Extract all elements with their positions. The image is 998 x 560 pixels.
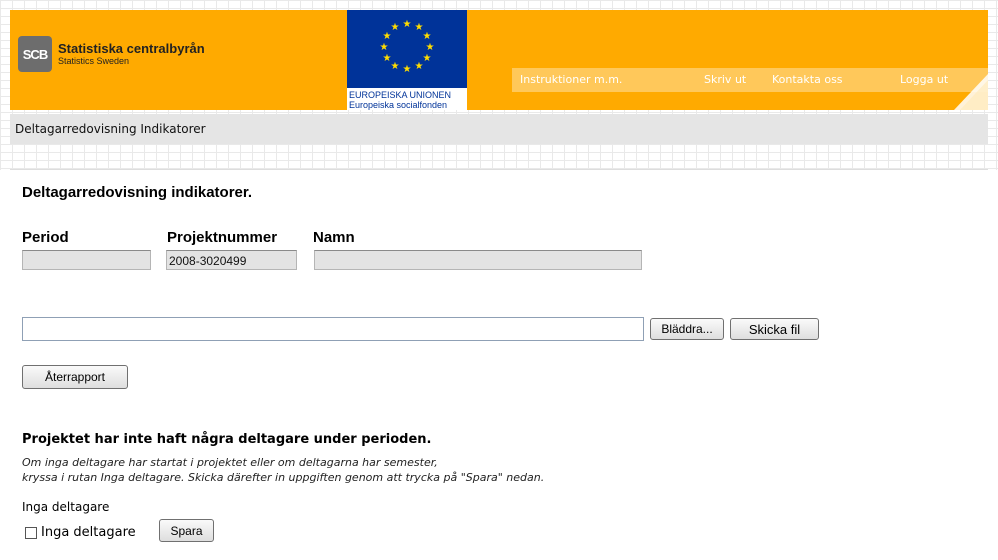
eu-flag-icon: ★ ★ ★ ★ ★ ★ ★ ★ ★ ★ ★ ★	[347, 10, 467, 88]
svg-text:★: ★	[426, 42, 435, 53]
page-title-bar: Deltagarredovisning Indikatorer	[10, 114, 988, 144]
svg-text:★: ★	[423, 53, 432, 64]
project-number-field: 2008-3020499	[166, 250, 297, 270]
logo-subtitle: Statistics Sweden	[58, 56, 130, 66]
name-label: Namn	[313, 229, 355, 246]
logo-name: Statistiska centralbyrån	[58, 41, 205, 56]
period-label: Period	[22, 229, 69, 246]
send-file-button[interactable]: Skicka fil	[730, 318, 819, 340]
nav-contact-link[interactable]: Kontakta oss	[772, 73, 843, 86]
svg-text:★: ★	[403, 19, 412, 30]
no-participants-label: Inga deltagare	[22, 500, 110, 514]
scb-logo-mark: SCB	[18, 36, 52, 72]
project-number-label: Projektnummer	[167, 229, 278, 246]
svg-text:★: ★	[403, 64, 412, 75]
no-participants-heading: Projektet har inte haft några deltagare …	[22, 432, 432, 447]
period-field	[22, 250, 151, 270]
nav-print-link[interactable]: Skriv ut	[704, 73, 746, 86]
eu-logo: ★ ★ ★ ★ ★ ★ ★ ★ ★ ★ ★ ★ EUROPEISKA UNION…	[347, 10, 467, 110]
header-corner-decoration	[954, 74, 988, 110]
svg-text:★: ★	[423, 31, 432, 42]
page-title: Deltagarredovisning Indikatorer	[15, 122, 206, 136]
scb-logo[interactable]: SCB Statistiska centralbyrån Statistics …	[18, 34, 205, 74]
svg-text:★: ★	[383, 53, 392, 64]
save-button[interactable]: Spara	[159, 519, 214, 542]
eu-line2: Europeiska socialfonden	[349, 100, 448, 110]
no-participants-checkbox[interactable]	[25, 527, 37, 539]
file-path-input[interactable]	[22, 317, 644, 341]
report-back-button[interactable]: Återrapport	[22, 365, 128, 389]
browse-button[interactable]: Bläddra...	[650, 318, 724, 340]
eu-line1: EUROPEISKA UNIONEN	[349, 90, 452, 100]
svg-text:★: ★	[391, 22, 400, 33]
main-heading: Deltagarredovisning indikatorer.	[22, 184, 253, 201]
instruction-line-2: kryssa i rutan Inga deltagare. Skicka dä…	[22, 471, 545, 484]
svg-text:★: ★	[391, 61, 400, 72]
nav-instructions-link[interactable]: Instruktioner m.m.	[520, 73, 622, 86]
site-header: SCB Statistiska centralbyrån Statistics …	[10, 10, 988, 110]
no-participants-checkbox-label[interactable]: Inga deltagare	[41, 525, 136, 540]
name-field	[314, 250, 642, 270]
main-content: Deltagarredovisning indikatorer. Period …	[10, 169, 988, 560]
svg-text:★: ★	[380, 42, 389, 53]
nav-logout-link[interactable]: Logga ut	[900, 73, 948, 86]
svg-text:★: ★	[415, 61, 424, 72]
top-navigation: Instruktioner m.m. Skriv ut Kontakta oss…	[512, 68, 988, 92]
instruction-line-1: Om inga deltagare har startat i projekte…	[22, 456, 438, 469]
